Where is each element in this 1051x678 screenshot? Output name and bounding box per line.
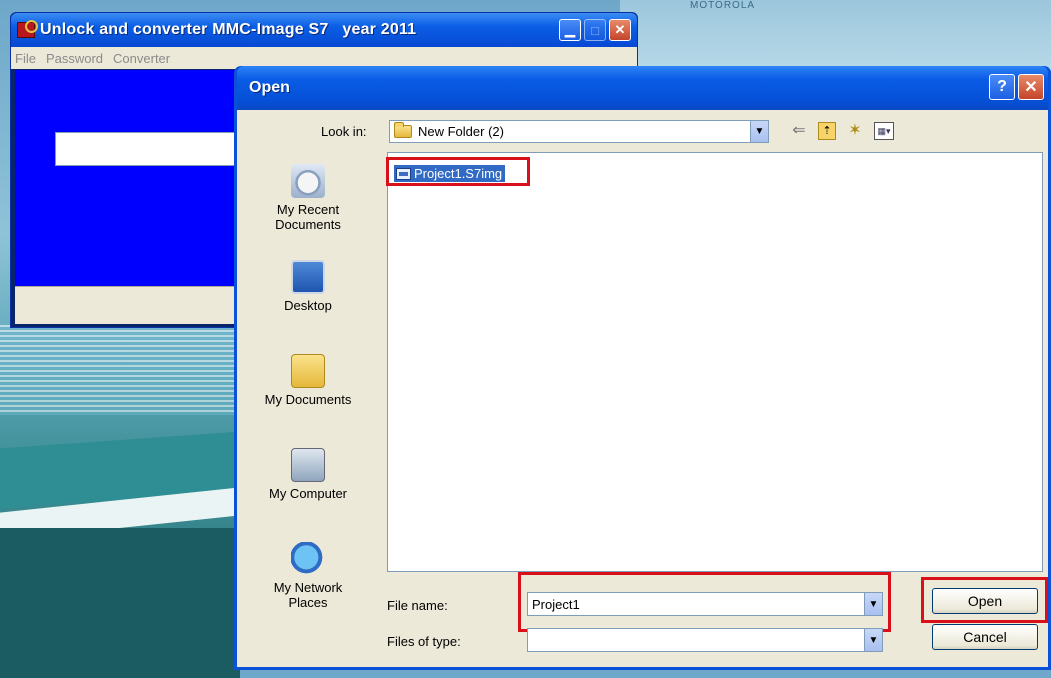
file-list[interactable]: Project1.S7img: [386, 152, 1043, 572]
app-text-input[interactable]: [55, 132, 245, 166]
back-arrow-icon[interactable]: ⇐: [790, 122, 808, 140]
dialog-body: Look in: New Folder (2) ▼ ⇐ ⇡ ✶ ▦▾ My Re…: [237, 110, 1048, 667]
network-places-icon: [291, 542, 325, 576]
place-label: Desktop: [284, 298, 332, 313]
chevron-down-icon[interactable]: ▼: [750, 121, 768, 142]
files-of-type-label: Files of type:: [387, 634, 461, 649]
highlight-box: [921, 577, 1048, 623]
dialog-title: Open: [249, 79, 290, 96]
recent-documents-icon: [291, 164, 325, 198]
place-label: My Computer: [268, 486, 348, 501]
minimize-button[interactable]: ▁: [559, 19, 581, 41]
cancel-button[interactable]: Cancel: [932, 624, 1038, 650]
open-dialog: Open ? ✕ Look in: New Folder (2) ▼ ⇐ ⇡ ✶…: [234, 66, 1051, 670]
look-in-value: New Folder (2): [418, 124, 504, 139]
dialog-close-button[interactable]: ✕: [1018, 74, 1044, 100]
files-of-type-row: Files of type: ▼: [237, 628, 1048, 654]
close-button[interactable]: ✕: [609, 19, 631, 41]
place-recent-documents[interactable]: My Recent Documents: [259, 164, 357, 232]
dialog-titlebar[interactable]: Open ? ✕: [237, 66, 1048, 110]
look-in-row: Look in: New Folder (2) ▼ ⇐ ⇡ ✶ ▦▾: [237, 120, 1048, 144]
place-my-documents[interactable]: My Documents: [259, 354, 357, 407]
files-of-type-dropdown[interactable]: ▼: [527, 628, 883, 652]
maximize-button[interactable]: □: [584, 19, 606, 41]
app-lock-icon: [17, 20, 38, 38]
file-name-label: File name:: [387, 598, 448, 613]
place-label: My Recent Documents: [275, 202, 341, 232]
nav-toolbar: ⇐ ⇡ ✶ ▦▾: [790, 122, 894, 140]
highlight-box: [386, 157, 530, 186]
look-in-label: Look in:: [321, 124, 367, 139]
my-computer-icon: [291, 448, 325, 482]
place-my-computer[interactable]: My Computer: [259, 448, 357, 501]
highlight-box: [518, 572, 891, 632]
app-titlebar[interactable]: Unlock and converter MMC-Image S7 year 2…: [11, 13, 637, 47]
desktop-text: MOTOROLA: [690, 0, 756, 11]
menu-converter[interactable]: Converter: [113, 51, 170, 66]
places-bar: My Recent Documents Desktop My Documents…: [259, 156, 357, 666]
desktop-wallpaper-top: [620, 0, 1051, 70]
chevron-down-icon[interactable]: ▼: [864, 629, 882, 651]
new-folder-icon[interactable]: ✶: [846, 122, 864, 140]
up-folder-icon[interactable]: ⇡: [818, 122, 836, 140]
folder-icon: [394, 122, 412, 138]
help-button[interactable]: ?: [989, 74, 1015, 100]
desktop-wallpaper-stripes: [0, 325, 240, 415]
look-in-dropdown[interactable]: New Folder (2) ▼: [389, 120, 769, 143]
place-desktop[interactable]: Desktop: [259, 260, 357, 313]
desktop-icon: [291, 260, 325, 294]
desktop-wallpaper-band: [0, 528, 240, 678]
menu-password[interactable]: Password: [46, 51, 103, 66]
my-documents-icon: [291, 354, 325, 388]
app-title: Unlock and converter MMC-Image S7 year 2…: [40, 21, 417, 38]
place-label: My Documents: [264, 392, 352, 407]
menu-file[interactable]: File: [15, 51, 36, 66]
views-menu-icon[interactable]: ▦▾: [874, 122, 894, 140]
